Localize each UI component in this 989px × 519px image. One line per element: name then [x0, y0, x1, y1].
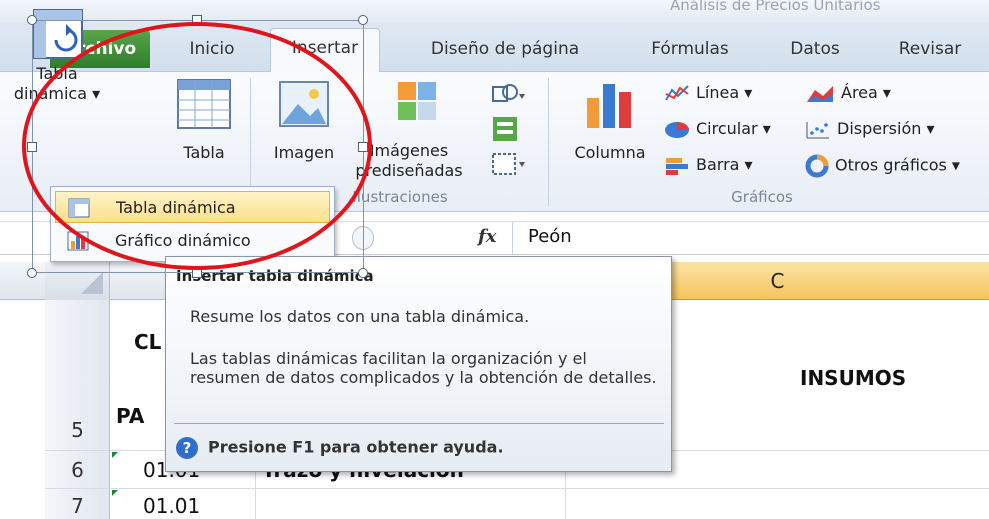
- linea-label: Línea ▾: [696, 83, 753, 102]
- gridline: [45, 488, 989, 489]
- tab-revisar[interactable]: Revisar: [885, 30, 975, 68]
- tab-formulas[interactable]: Fórmulas: [630, 30, 750, 68]
- help-icon: ?: [176, 437, 198, 459]
- tooltip-text-2: Las tablas dinámicas facilitan la organi…: [190, 349, 657, 387]
- formula-input[interactable]: Peón: [528, 226, 572, 247]
- tooltip-text-1: Resume los datos con una tabla dinámica.: [190, 307, 530, 326]
- barra-label: Barra ▾: [696, 155, 753, 174]
- title-bar: Análisis de Precios Unitarios: [0, 0, 989, 22]
- column-chart-icon: [587, 84, 631, 128]
- barra-chart-button[interactable]: Barra ▾: [664, 154, 753, 176]
- error-indicator-icon: [112, 452, 118, 458]
- area-chart-icon: [807, 85, 833, 102]
- tooltip-help-text: Presione F1 para obtener ayuda.: [208, 437, 504, 457]
- circular-chart-button[interactable]: Circular ▾: [664, 118, 771, 140]
- tooltip-separator: [174, 423, 664, 424]
- resize-handle[interactable]: [358, 268, 368, 278]
- otros-graficos-label: Otros gráficos ▾: [835, 155, 960, 175]
- cell-b-cl[interactable]: CL: [134, 330, 161, 354]
- fx-icon[interactable]: fx: [478, 226, 496, 247]
- row-header-column: [45, 300, 110, 519]
- area-chart-button[interactable]: Área ▾: [805, 82, 891, 104]
- annotation-circle: [22, 22, 372, 270]
- cell-a7[interactable]: 01.01: [143, 494, 200, 518]
- cell-b-pa[interactable]: PA: [116, 404, 144, 428]
- screenshot-icon[interactable]: [490, 150, 526, 180]
- smartart-icon[interactable]: [490, 114, 520, 144]
- tooltip-help: ? Presione F1 para obtener ayuda.: [176, 437, 504, 459]
- resize-handle[interactable]: [27, 268, 37, 278]
- scatter-chart-icon: [806, 121, 829, 138]
- resize-handle[interactable]: [358, 15, 368, 25]
- donut-chart-icon: [805, 154, 829, 178]
- columna-chart-button[interactable]: Columna: [562, 76, 658, 186]
- row-header-6[interactable]: 6: [45, 458, 110, 482]
- circular-label: Circular ▾: [696, 119, 771, 138]
- area-label: Área ▾: [841, 83, 891, 102]
- tab-datos[interactable]: Datos: [775, 30, 855, 68]
- window-title: Análisis de Precios Unitarios: [670, 0, 881, 14]
- line-chart-icon: [665, 84, 689, 101]
- row-header-7[interactable]: 7: [45, 494, 110, 518]
- shapes-icon[interactable]: [490, 82, 526, 108]
- clip-art-icon: [398, 82, 436, 120]
- tab-diseno-pagina[interactable]: Diseño de página: [410, 30, 600, 68]
- error-indicator-icon: [112, 490, 118, 496]
- graficos-group-label: Gráficos: [731, 188, 793, 206]
- super-tooltip: Insertar tabla dinámica Resume los datos…: [165, 256, 672, 472]
- linea-chart-button[interactable]: Línea ▾: [664, 82, 752, 104]
- cell-c-insumos[interactable]: INSUMOS: [800, 366, 906, 390]
- pie-chart-icon: [665, 121, 689, 138]
- columna-label: Columna: [574, 143, 646, 162]
- formula-separator: [512, 222, 513, 254]
- otros-graficos-button[interactable]: Otros gráficos ▾: [805, 154, 960, 178]
- row-header-5[interactable]: 5: [45, 418, 110, 442]
- bar-chart-icon: [666, 157, 688, 175]
- group-separator: [548, 78, 549, 206]
- resize-handle[interactable]: [27, 15, 37, 25]
- dispersion-label: Dispersión ▾: [837, 119, 935, 138]
- dispersion-chart-button[interactable]: Dispersión ▾: [805, 118, 935, 140]
